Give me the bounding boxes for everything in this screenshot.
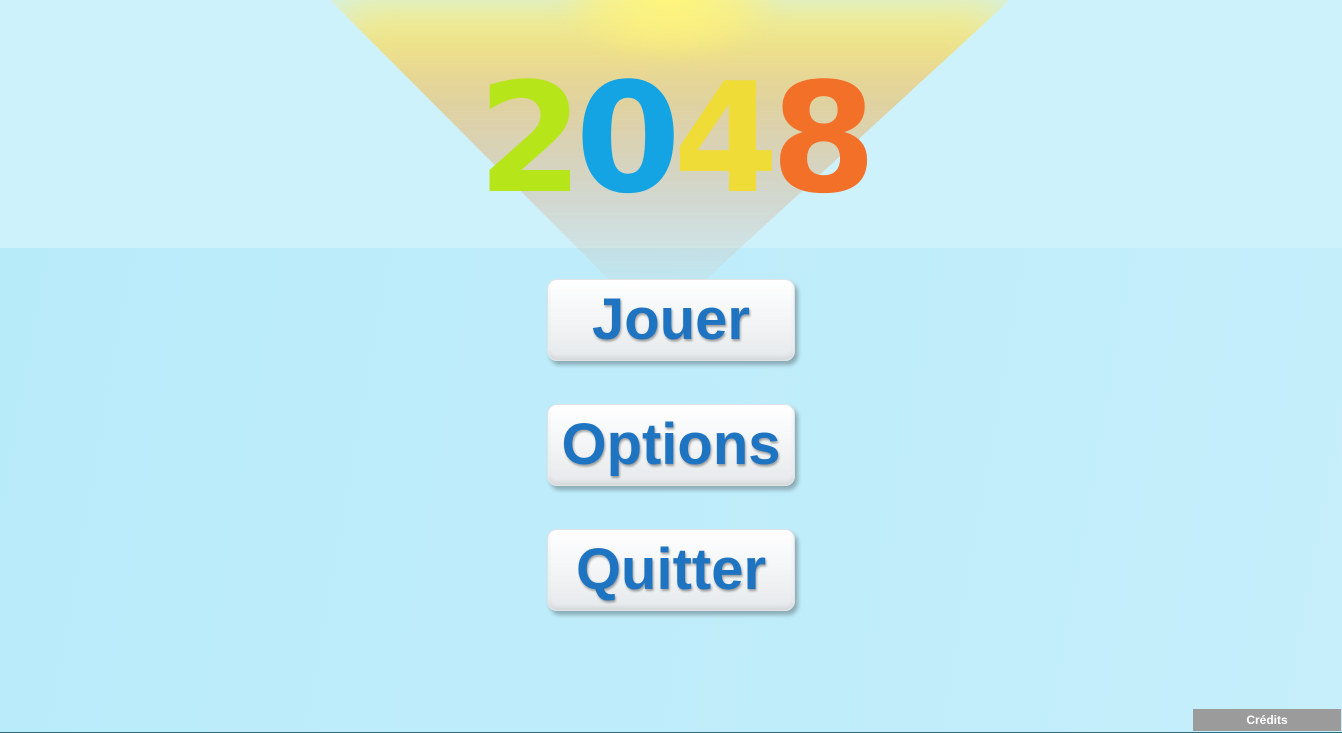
main-menu-screen: 2 0 4 8 Jouer Options Quitter Crédits — [0, 0, 1342, 733]
play-button[interactable]: Jouer — [547, 279, 795, 361]
quit-button-label: Quitter — [575, 537, 767, 602]
play-button-label: Jouer — [592, 287, 750, 352]
title-digit: 4 — [673, 50, 779, 227]
options-button-label: Options — [561, 412, 781, 477]
options-button[interactable]: Options — [547, 404, 795, 486]
quit-button[interactable]: Quitter — [547, 529, 795, 611]
credits-button[interactable]: Crédits — [1193, 709, 1341, 731]
title-digit: 0 — [575, 50, 681, 227]
title-digit: 8 — [770, 50, 877, 227]
credits-button-label: Crédits — [1246, 713, 1288, 727]
game-title-logo: 2 0 4 8 — [477, 50, 876, 227]
title-digit: 2 — [477, 50, 583, 227]
